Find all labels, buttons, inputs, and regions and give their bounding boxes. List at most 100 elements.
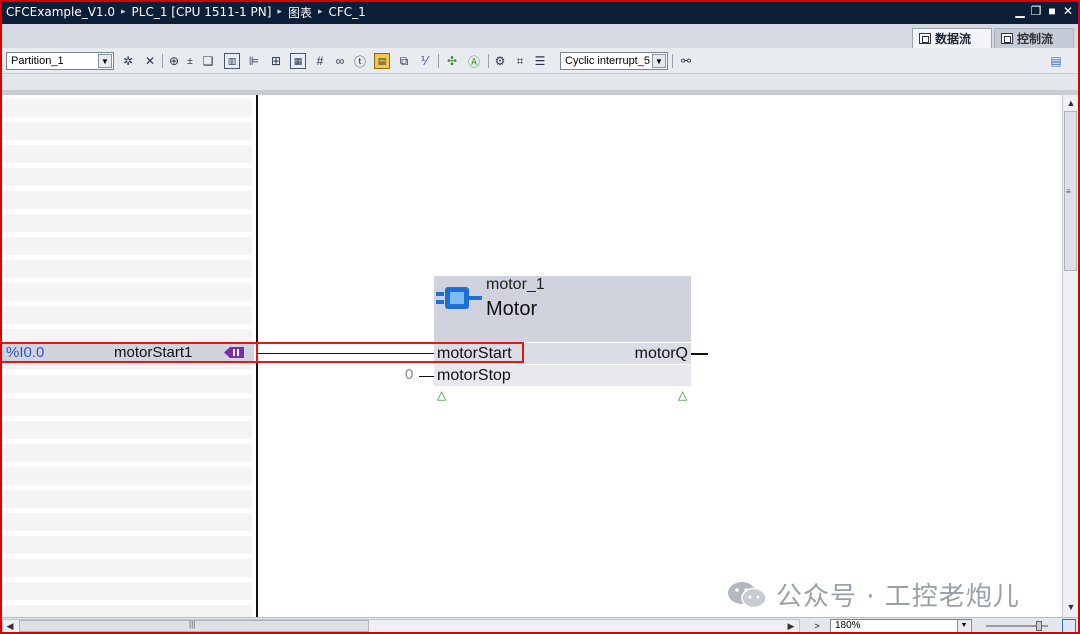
fit-page-icon[interactable]: ❏ <box>200 53 216 69</box>
breadcrumb-separator-icon: ▸ <box>121 7 126 17</box>
chevron-down-icon[interactable]: ▼ <box>652 54 666 68</box>
separator <box>672 54 673 68</box>
layout-columns-icon[interactable]: ▥ <box>224 53 240 69</box>
output-pin-motorq[interactable]: motorQ <box>635 343 688 364</box>
breadcrumb-plc[interactable]: PLC_1 [CPU 1511-1 PN] <box>132 5 272 19</box>
list-icon[interactable]: ☰ <box>532 53 548 69</box>
tag-icon[interactable]: ⓣ <box>352 53 368 69</box>
interface-row[interactable] <box>2 283 252 301</box>
interface-row[interactable] <box>2 513 252 531</box>
scroll-left-icon[interactable]: ◀ <box>4 620 16 632</box>
interface-row[interactable] <box>2 145 252 163</box>
restore-icon[interactable]: ❐ <box>1030 3 1042 19</box>
output-wire-stub[interactable] <box>691 353 708 355</box>
grip-icon: ||| <box>189 620 196 629</box>
tab-data-flow-label: 数据流 <box>935 32 972 46</box>
wechat-logo-icon <box>728 581 767 608</box>
zoom-select[interactable]: 180% ▼ <box>830 619 972 633</box>
breadcrumb: CFCExample_V1.0 ▸ PLC_1 [CPU 1511-1 PN] … <box>0 4 366 21</box>
interface-row[interactable] <box>2 444 252 462</box>
block-instance-name: motor_1 <box>486 276 545 293</box>
interface-row[interactable] <box>2 306 252 324</box>
separator <box>162 54 163 68</box>
navigation-icon[interactable] <box>1062 619 1076 633</box>
scroll-right-icon[interactable]: ▶ <box>785 620 797 632</box>
tab-control-flow-label: 控制流 <box>1017 32 1054 46</box>
separator <box>438 54 439 68</box>
window-controls: ▁ ❐ ■ ✕ <box>1014 3 1074 19</box>
breadcrumb-chart[interactable]: CFC_1 <box>328 5 365 19</box>
interface-row[interactable] <box>2 237 252 255</box>
interface-row[interactable] <box>2 398 252 416</box>
run-sequence-out-icon[interactable]: △ <box>678 389 690 401</box>
sub-toolbar <box>0 74 1080 90</box>
breadcrumb-project[interactable]: CFCExample_V1.0 <box>6 5 115 19</box>
interface-row[interactable] <box>2 559 252 577</box>
interface-row[interactable] <box>2 99 252 117</box>
insert-block-icon[interactable]: ✣ <box>444 53 460 69</box>
interface-row[interactable] <box>2 536 252 554</box>
status-bar: ◀ ||| ▶ > 180% ▼ <box>0 617 1080 634</box>
scroll-down-icon[interactable]: ▼ <box>1065 601 1077 613</box>
delete-icon[interactable]: ✕ <box>142 53 158 69</box>
monitor-icon[interactable]: ⚯ <box>678 53 694 69</box>
chevron-down-icon[interactable]: ▼ <box>98 54 112 68</box>
interface-row[interactable] <box>2 490 252 508</box>
tab-control-flow[interactable]: 控制流 <box>994 28 1074 48</box>
route-icon[interactable]: ⅟ <box>416 53 432 69</box>
highlight-box-interface <box>0 342 258 363</box>
motorstop-constant[interactable]: 0 <box>405 366 413 383</box>
align-left-icon[interactable]: ⊫ <box>246 53 262 69</box>
interface-row[interactable] <box>2 467 252 485</box>
sequence-icon[interactable]: ⌗ <box>512 53 528 69</box>
grid-view-icon[interactable]: ⊞ <box>268 53 284 69</box>
insert-text-icon[interactable]: Ⓐ <box>466 53 482 69</box>
close-icon[interactable]: ✕ <box>1062 3 1074 19</box>
minimize-icon[interactable]: ▁ <box>1014 3 1026 19</box>
zoom-slider-knob[interactable] <box>1036 621 1042 631</box>
partition-select[interactable]: Partition_1 ▼ <box>6 52 114 70</box>
add-partition-icon[interactable]: ✲ <box>120 53 136 69</box>
title-bar: CFCExample_V1.0 ▸ PLC_1 [CPU 1511-1 PN] … <box>0 0 1080 24</box>
data-flow-icon <box>919 33 931 44</box>
input-wire-stub[interactable] <box>419 376 434 377</box>
interface-row[interactable] <box>2 214 252 232</box>
block-header: motor_1 Motor <box>434 276 691 342</box>
function-block-icon <box>436 287 482 309</box>
highlight-box-connection <box>258 342 524 363</box>
vertical-scrollbar[interactable]: ▲ ≡ ▼ <box>1062 95 1078 617</box>
breadcrumb-charts[interactable]: 图表 <box>288 4 312 21</box>
interface-row[interactable] <box>2 260 252 278</box>
horizontal-scrollbar[interactable]: ◀ ||| ▶ <box>2 619 800 633</box>
input-pin-motorstop[interactable]: motorStop <box>437 365 511 386</box>
scroll-up-icon[interactable]: ▲ <box>1065 97 1077 109</box>
breadcrumb-separator-icon: ▸ <box>317 7 323 17</box>
grip-icon: ≡ <box>1066 187 1071 196</box>
compile-icon[interactable]: ⚙ <box>492 53 508 69</box>
interface-row[interactable] <box>2 582 252 600</box>
zoom-in-icon[interactable]: ⊕ <box>166 53 182 69</box>
interface-row[interactable] <box>2 421 252 439</box>
zoom-value: 180% <box>835 620 861 631</box>
separator <box>488 54 489 68</box>
tab-data-flow[interactable]: 数据流 <box>912 28 992 48</box>
frame-icon[interactable]: ⧉ <box>396 53 412 69</box>
interface-row[interactable] <box>2 375 252 393</box>
interface-row[interactable] <box>2 122 252 140</box>
partition-value: Partition_1 <box>11 55 64 67</box>
task-select[interactable]: Cyclic interrupt_5 ▼ <box>560 52 668 70</box>
link-icon[interactable]: ∞ <box>332 53 348 69</box>
maximize-icon[interactable]: ■ <box>1046 3 1058 19</box>
hash-grid-icon[interactable]: # <box>312 53 328 69</box>
grid-dots-icon[interactable]: ▦ <box>290 53 306 69</box>
panel-toggle-icon[interactable]: ▤ <box>1048 53 1064 69</box>
run-sequence-in-icon[interactable]: △ <box>437 389 449 401</box>
function-block-motor[interactable]: motor_1 Motor motorStart motorQ motorSto… <box>434 276 691 389</box>
interface-row[interactable] <box>2 168 252 186</box>
highlight-icon[interactable]: ▤ <box>374 53 390 69</box>
zoom-step-icon[interactable]: ± <box>182 53 198 69</box>
interface-row[interactable] <box>2 191 252 209</box>
chevron-down-icon[interactable]: ▼ <box>957 620 970 632</box>
view-tab-strip: 数据流 控制流 <box>0 24 1080 48</box>
zoom-out-arrow-icon[interactable]: > <box>808 620 826 632</box>
